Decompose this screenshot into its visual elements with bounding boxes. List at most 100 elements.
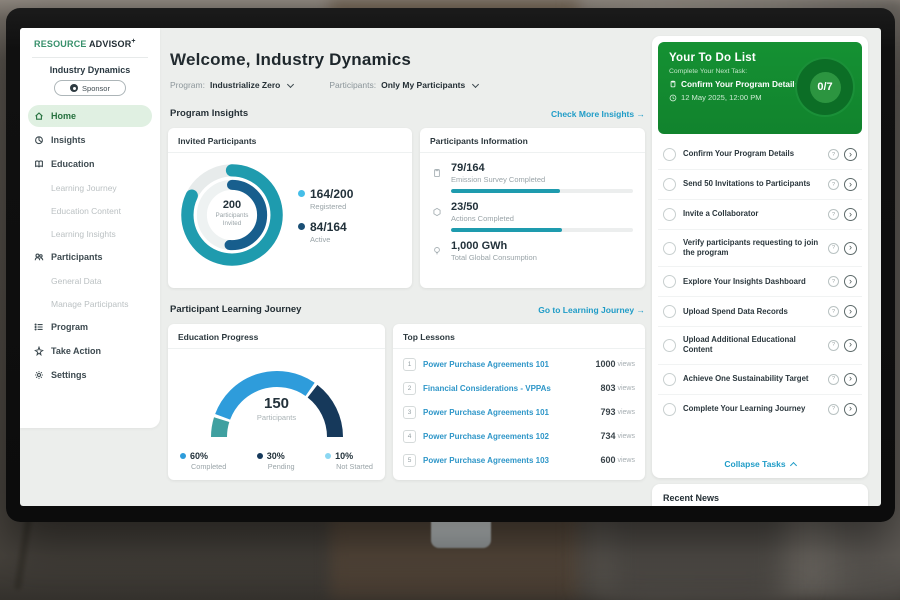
emission-survey-value: 79/164 bbox=[451, 162, 633, 174]
sponsor-badge[interactable]: Sponsor bbox=[54, 80, 126, 96]
lesson-views: 1000 bbox=[595, 359, 615, 369]
lesson-row: 5 Power Purchase Agreements 103 600views bbox=[393, 448, 645, 472]
task-checkbox[interactable] bbox=[663, 242, 676, 255]
lesson-rank-badge: 5 bbox=[403, 454, 416, 467]
active-value: 84/164 bbox=[310, 220, 347, 234]
todo-progress-ring: 0/7 bbox=[797, 59, 853, 115]
sidebar-item-general-data[interactable]: General Data bbox=[28, 270, 152, 291]
task-checkbox[interactable] bbox=[663, 305, 676, 318]
program-filter-dropdown[interactable]: Program: Industrialize Zero bbox=[170, 80, 293, 90]
lesson-link[interactable]: Power Purchase Agreements 101 bbox=[423, 408, 600, 417]
sidebar-item-learning-insights[interactable]: Learning Insights bbox=[28, 223, 152, 244]
top-lessons-card-title: Top Lessons bbox=[393, 324, 645, 349]
sidebar: RESOURCE ADVISOR+ Industry Dynamics Spon… bbox=[20, 28, 160, 428]
lightbulb-icon bbox=[432, 240, 444, 267]
emission-survey-progress-bar bbox=[451, 189, 633, 193]
chevron-down-icon bbox=[287, 80, 294, 87]
info-icon[interactable]: ? bbox=[828, 149, 839, 160]
sidebar-item-insights[interactable]: Insights bbox=[28, 129, 152, 151]
task-row: Verify participants requesting to join t… bbox=[658, 230, 862, 267]
task-chevron-button[interactable]: › bbox=[844, 305, 857, 318]
info-icon[interactable]: ? bbox=[828, 179, 839, 190]
info-icon[interactable]: ? bbox=[828, 209, 839, 220]
survey-icon bbox=[432, 162, 444, 193]
background-floor-shadow bbox=[0, 555, 900, 600]
task-chevron-button[interactable]: › bbox=[844, 403, 857, 416]
participants-icon bbox=[34, 252, 44, 262]
task-chevron-button[interactable]: › bbox=[844, 339, 857, 352]
task-checkbox[interactable] bbox=[663, 208, 676, 221]
task-chevron-button[interactable]: › bbox=[844, 275, 857, 288]
filters-row: Program: Industrialize Zero Participants… bbox=[170, 80, 478, 90]
top-lessons-card: Top Lessons 1 Power Purchase Agreements … bbox=[393, 324, 645, 480]
lesson-row: 1 Power Purchase Agreements 101 1000view… bbox=[393, 352, 645, 376]
info-icon[interactable]: ? bbox=[828, 404, 839, 415]
sidebar-item-manage-participants[interactable]: Manage Participants bbox=[28, 293, 152, 314]
logo-advisor: ADVISOR bbox=[89, 39, 131, 49]
home-icon bbox=[34, 111, 44, 121]
collapse-tasks-link[interactable]: Collapse Tasks bbox=[658, 452, 862, 472]
info-icon[interactable]: ? bbox=[828, 243, 839, 254]
active-dot-icon bbox=[298, 223, 305, 230]
actions-icon bbox=[432, 201, 444, 232]
task-row: Upload Additional Educational Content ? … bbox=[658, 327, 862, 364]
sidebar-item-home[interactable]: Home bbox=[28, 105, 152, 127]
take-action-icon bbox=[34, 346, 44, 356]
program-filter-label: Program: bbox=[170, 80, 205, 90]
stat-emission-survey: 79/164 Emission Survey Completed bbox=[432, 162, 633, 193]
learning-journey-header-row: Participant Learning Journey Go to Learn… bbox=[170, 304, 645, 315]
sidebar-item-take-action[interactable]: Take Action bbox=[28, 340, 152, 362]
task-checkbox[interactable] bbox=[663, 178, 676, 191]
info-icon[interactable]: ? bbox=[828, 306, 839, 317]
info-icon[interactable]: ? bbox=[828, 374, 839, 385]
info-icon[interactable]: ? bbox=[828, 340, 839, 351]
learning-journey-title: Participant Learning Journey bbox=[170, 304, 301, 315]
registered-dot-icon bbox=[298, 190, 305, 197]
participants-filter-dropdown[interactable]: Participants: Only My Participants bbox=[329, 80, 478, 90]
task-row: Achieve One Sustainability Target ? › bbox=[658, 365, 862, 395]
lesson-link[interactable]: Power Purchase Agreements 103 bbox=[423, 456, 600, 465]
task-chevron-button[interactable]: › bbox=[844, 148, 857, 161]
lesson-link[interactable]: Financial Considerations - VPPAs bbox=[423, 384, 600, 393]
info-icon[interactable]: ? bbox=[828, 276, 839, 287]
sidebar-item-education[interactable]: Education bbox=[28, 153, 152, 175]
task-checkbox[interactable] bbox=[663, 275, 676, 288]
task-chevron-button[interactable]: › bbox=[844, 242, 857, 255]
go-to-learning-journey-link[interactable]: Go to Learning Journey → bbox=[538, 305, 645, 315]
sidebar-item-learning-journey[interactable]: Learning Journey bbox=[28, 177, 152, 198]
lesson-link[interactable]: Power Purchase Agreements 101 bbox=[423, 360, 595, 369]
invited-participants-chart: 200 ParticipantsInvited 164/200 Register… bbox=[168, 153, 412, 277]
lesson-link[interactable]: Power Purchase Agreements 102 bbox=[423, 432, 600, 441]
sidebar-item-participants[interactable]: Participants bbox=[28, 246, 152, 268]
arrow-right-icon: → bbox=[637, 109, 646, 119]
lesson-row: 4 Power Purchase Agreements 102 734views bbox=[393, 424, 645, 448]
sponsor-label: Sponsor bbox=[82, 84, 110, 93]
task-checkbox[interactable] bbox=[663, 339, 676, 352]
todo-summary-card: Your To Do List Complete Your Next Task:… bbox=[658, 42, 862, 134]
task-checkbox[interactable] bbox=[663, 148, 676, 161]
sidebar-item-label: Manage Participants bbox=[51, 299, 129, 309]
task-row: Explore Your Insights Dashboard ? › bbox=[658, 267, 862, 297]
task-chevron-button[interactable]: › bbox=[844, 178, 857, 191]
chevron-up-icon bbox=[790, 462, 797, 469]
actions-completed-progress-bar bbox=[451, 228, 633, 232]
education-icon bbox=[34, 159, 44, 169]
legend-active: 84/164 Active bbox=[298, 220, 353, 244]
task-chevron-button[interactable]: › bbox=[844, 208, 857, 221]
program-insights-title: Program Insights bbox=[170, 108, 248, 119]
task-chevron-button[interactable]: › bbox=[844, 373, 857, 386]
sidebar-item-settings[interactable]: Settings bbox=[28, 364, 152, 386]
task-checkbox[interactable] bbox=[663, 373, 676, 386]
lesson-rank-badge: 4 bbox=[403, 430, 416, 443]
sidebar-item-program[interactable]: Program bbox=[28, 316, 152, 338]
sidebar-item-label: Insights bbox=[51, 135, 86, 145]
task-checkbox[interactable] bbox=[663, 403, 676, 416]
participants-information-card: Participants Information 79/164 Emission… bbox=[420, 128, 645, 288]
clipboard-icon bbox=[669, 80, 677, 88]
check-more-insights-link[interactable]: Check More Insights → bbox=[551, 109, 645, 119]
sidebar-item-education-content[interactable]: Education Content bbox=[28, 200, 152, 221]
donut-chart: 200 ParticipantsInvited bbox=[174, 157, 290, 273]
insights-icon bbox=[34, 135, 44, 145]
logo-resource: RESOURCE bbox=[34, 39, 87, 49]
photo-scene: RESOURCE ADVISOR+ Industry Dynamics Spon… bbox=[0, 0, 900, 600]
